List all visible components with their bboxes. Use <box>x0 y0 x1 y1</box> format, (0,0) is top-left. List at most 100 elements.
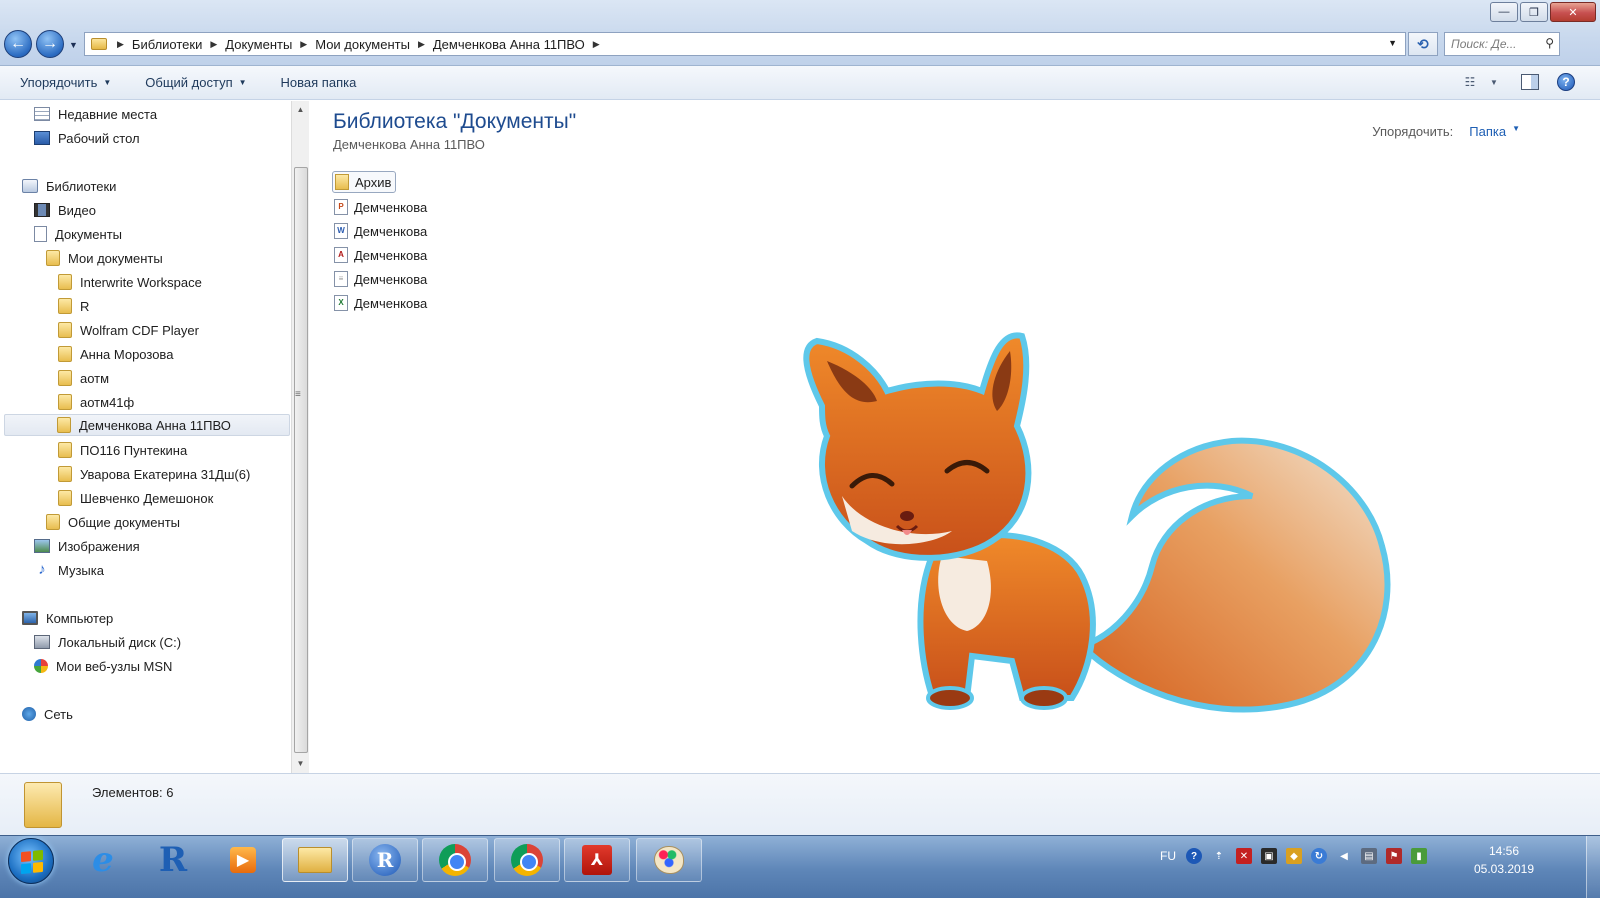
restore-button[interactable]: ❐ <box>1520 2 1548 22</box>
taskbar-chrome-2[interactable] <box>494 838 560 882</box>
file-item-text[interactable]: ≡ Демченкова <box>332 268 431 290</box>
nav-label: R <box>80 298 90 314</box>
file-item-spreadsheet[interactable]: X Демченкова <box>332 292 431 314</box>
nav-item-local-disk[interactable]: Локальный диск (C:) <box>34 631 181 653</box>
folder-icon <box>58 394 72 410</box>
search-icon[interactable]: ⚲ <box>1545 36 1554 50</box>
r-gui-icon: R <box>158 840 188 880</box>
bluetooth-icon[interactable]: ⇡ <box>1211 848 1227 864</box>
taskbar-r-gui[interactable]: R <box>140 838 206 882</box>
display-icon[interactable]: ▣ <box>1261 848 1277 864</box>
nav-item-documents[interactable]: Документы <box>34 223 122 245</box>
language-indicator[interactable]: FU <box>1160 849 1176 863</box>
minimize-button[interactable]: — <box>1490 2 1518 22</box>
breadcrumb-my-documents[interactable]: Мои документы <box>315 37 410 52</box>
file-name: Демченкова <box>354 223 428 239</box>
address-bar[interactable]: ▶ Библиотеки ▶ Документы ▶ Мои документы… <box>84 32 1406 56</box>
view-options-icon[interactable]: ☷ <box>1460 72 1480 92</box>
arrange-value-dropdown[interactable]: Папка <box>1469 124 1506 139</box>
nav-item-video[interactable]: Видео <box>34 199 96 221</box>
pdf-file-icon: A <box>334 247 348 263</box>
folder-icon <box>335 174 349 190</box>
chevron-right-icon[interactable]: ▶ <box>117 39 124 50</box>
volume-icon[interactable]: ◀ <box>1336 848 1352 864</box>
folder-icon <box>58 490 72 506</box>
file-item-archive-folder[interactable]: Архив <box>332 171 397 193</box>
computer-icon <box>22 611 38 625</box>
breadcrumb-documents[interactable]: Документы <box>225 37 292 52</box>
preview-pane-button[interactable] <box>1520 72 1540 92</box>
nav-item-network[interactable]: Сеть <box>22 703 73 725</box>
libraries-icon <box>22 179 38 193</box>
search-input[interactable]: Поиск: Де... ⚲ <box>1444 32 1560 56</box>
breadcrumb-current-folder[interactable]: Демченкова Анна 11ПВО <box>433 37 585 52</box>
item-count: Элементов: 6 <box>92 785 174 800</box>
chevron-right-icon[interactable]: ▶ <box>593 39 600 50</box>
recent-pages-dropdown[interactable]: ▼ <box>69 40 78 50</box>
file-item-pdf[interactable]: A Демченкова <box>332 244 431 266</box>
share-button[interactable]: Общий доступ ▼ <box>145 75 246 90</box>
start-button[interactable] <box>8 838 54 884</box>
scrollbar-thumb[interactable] <box>294 167 308 753</box>
scroll-up-icon[interactable]: ▲ <box>292 101 309 119</box>
chevron-down-icon[interactable]: ▼ <box>1512 124 1520 139</box>
security-shield-icon[interactable]: ◆ <box>1286 848 1302 864</box>
nav-item-msn[interactable]: Мои веб-узлы MSN <box>34 655 172 677</box>
refresh-button[interactable]: ⟲ <box>1408 32 1438 56</box>
antivirus-alert-icon[interactable]: ✕ <box>1236 848 1252 864</box>
taskbar-chrome[interactable] <box>422 838 488 882</box>
nav-item-computer[interactable]: Компьютер <box>22 607 113 629</box>
network-icon <box>22 707 36 721</box>
scroll-down-icon[interactable]: ▼ <box>292 755 309 773</box>
organize-button[interactable]: Упорядочить ▼ <box>20 75 111 90</box>
update-icon[interactable]: ↻ <box>1311 848 1327 864</box>
nav-folder-item[interactable]: аотм <box>58 367 109 389</box>
nav-item-my-documents[interactable]: Мои документы <box>46 247 163 269</box>
chevron-right-icon[interactable]: ▶ <box>210 39 217 50</box>
back-button[interactable]: ← <box>4 30 32 58</box>
nav-folder-item[interactable]: ПО116 Пунтекина <box>58 439 187 461</box>
forward-button[interactable]: → <box>36 30 64 58</box>
folder-icon <box>58 442 72 458</box>
nav-folder-item[interactable]: аотм41ф <box>58 391 134 413</box>
taskbar-windows-explorer[interactable] <box>282 838 348 882</box>
nav-item-public-documents[interactable]: Общие документы <box>46 511 180 533</box>
nav-folder-item[interactable]: Уварова Екатерина 31Дш(6) <box>58 463 250 485</box>
navigation-scrollbar[interactable]: ▲ ≡ ▼ <box>291 101 309 773</box>
close-button[interactable]: ✕ <box>1550 2 1596 22</box>
nav-folder-item-selected[interactable]: Демченкова Анна 11ПВО <box>4 414 290 436</box>
file-item-word-document[interactable]: W Демченкова <box>332 220 431 242</box>
help-icon[interactable]: ? <box>1186 848 1202 864</box>
flag-action-center-icon[interactable]: ⚑ <box>1386 848 1402 864</box>
nav-folder-item[interactable]: R <box>58 295 89 317</box>
nav-folder-item[interactable]: Wolfram CDF Player <box>58 319 199 341</box>
nav-item-images[interactable]: Изображения <box>34 535 140 557</box>
new-folder-button[interactable]: Новая папка <box>281 75 357 90</box>
nav-folder-item[interactable]: Анна Морозова <box>58 343 173 365</box>
chevron-right-icon[interactable]: ▶ <box>418 39 425 50</box>
nav-item-recent-places[interactable]: Недавние места <box>34 103 157 125</box>
taskbar-paint[interactable] <box>636 838 702 882</box>
address-history-dropdown[interactable]: ▼ <box>1388 38 1397 48</box>
file-item-presentation[interactable]: P Демченкова <box>332 196 431 218</box>
taskbar-r-studio[interactable]: R <box>352 838 418 882</box>
chevron-down-icon[interactable]: ▼ <box>1484 72 1504 92</box>
taskbar-media-player[interactable]: ▶ <box>210 838 276 882</box>
library-subtitle: Демченкова Анна 11ПВО <box>333 137 485 152</box>
chevron-right-icon[interactable]: ▶ <box>300 39 307 50</box>
help-icon: ? <box>1557 73 1575 91</box>
battery-icon[interactable]: ▮ <box>1411 848 1427 864</box>
clock[interactable]: 14:56 05.03.2019 <box>1464 842 1544 878</box>
nav-folder-item[interactable]: Interwrite Workspace <box>58 271 202 293</box>
network-status-icon[interactable]: ▤ <box>1361 848 1377 864</box>
taskbar-acrobat[interactable]: ⅄ <box>564 838 630 882</box>
search-placeholder: Поиск: Де... <box>1451 37 1517 51</box>
breadcrumb-libraries[interactable]: Библиотеки <box>132 37 202 52</box>
nav-item-libraries[interactable]: Библиотеки <box>22 175 116 197</box>
nav-folder-item[interactable]: Шевченко Демешонок <box>58 487 213 509</box>
nav-item-desktop[interactable]: Рабочий стол <box>34 127 140 149</box>
show-desktop-button[interactable] <box>1586 836 1600 898</box>
nav-item-music[interactable]: ♪ Музыка <box>34 559 104 581</box>
taskbar-internet-explorer[interactable]: e <box>70 838 136 882</box>
help-button[interactable]: ? <box>1556 72 1576 92</box>
